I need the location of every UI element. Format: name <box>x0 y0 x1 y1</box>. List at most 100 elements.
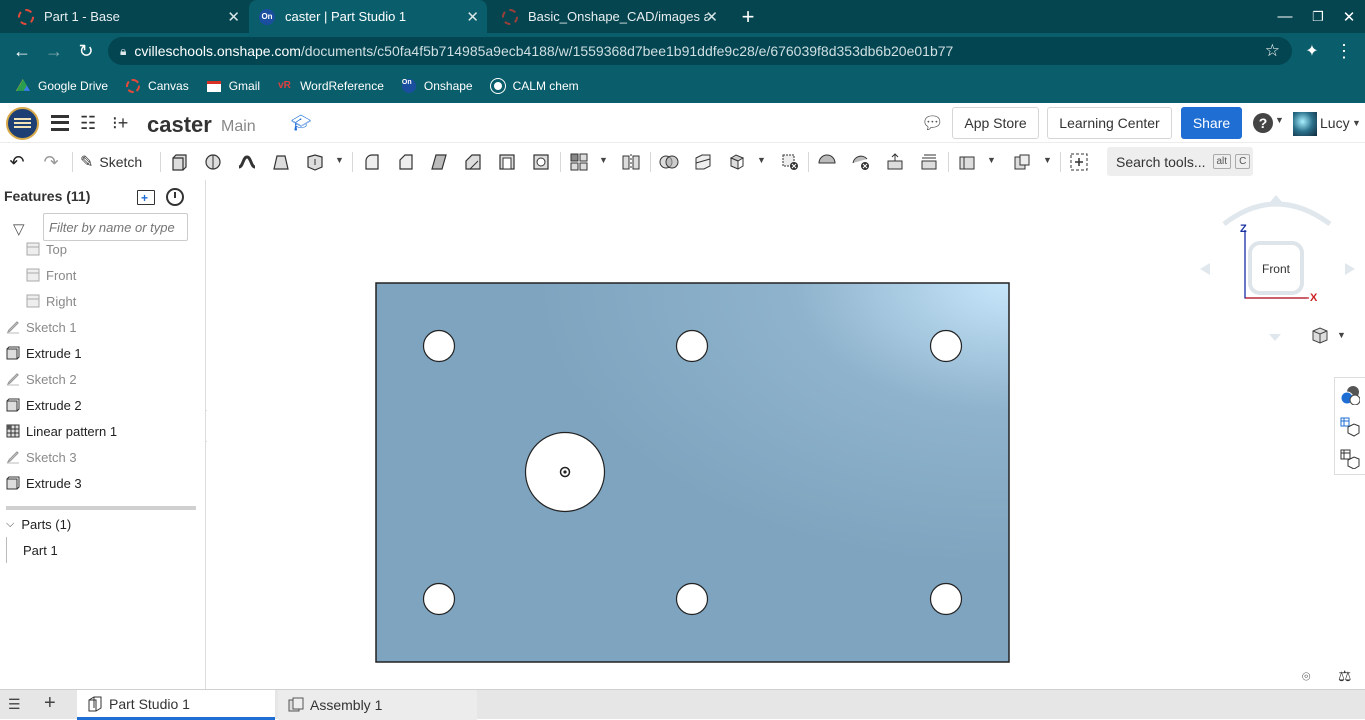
sweep-icon[interactable] <box>237 152 257 172</box>
thicken-icon[interactable] <box>305 152 325 172</box>
feature-item-top[interactable]: Top <box>0 236 205 262</box>
add-custom-feature-icon[interactable] <box>1069 152 1089 172</box>
menu-icon[interactable]: ⋮ <box>1329 33 1359 69</box>
chevron-down-icon[interactable]: ▼ <box>757 155 766 165</box>
new-tab-button[interactable]: + <box>731 0 765 33</box>
chevron-down-icon[interactable]: ▼ <box>987 155 996 165</box>
star-icon[interactable]: ☆ <box>1265 41 1280 61</box>
configuration-icon[interactable] <box>1335 412 1365 442</box>
plane-icon[interactable] <box>957 152 977 172</box>
chevron-down-icon[interactable]: ▼ <box>1275 115 1284 125</box>
browser-tab-part1-base[interactable]: Part 1 - Base ✕ <box>0 0 248 33</box>
sketch-button[interactable]: ✎ Sketch <box>80 152 142 172</box>
forward-button[interactable]: → <box>39 33 69 69</box>
close-icon[interactable]: ✕ <box>227 8 240 26</box>
close-icon[interactable]: ✕ <box>705 8 718 26</box>
document-title[interactable]: caster <box>147 112 212 138</box>
delete-part-icon[interactable] <box>780 152 800 172</box>
replace-face-icon[interactable] <box>919 152 939 172</box>
feature-item-front[interactable]: Front <box>0 262 205 288</box>
tab-manager-icon[interactable]: ☰ <box>8 696 21 713</box>
new-folder-icon[interactable]: + <box>137 190 155 205</box>
feature-item-sketch-3[interactable]: Sketch 3 <box>0 444 205 470</box>
back-button[interactable]: ← <box>7 33 37 69</box>
url-field[interactable]: 🔒︎ cvilleschools.onshape.com/documents/c… <box>108 37 1292 65</box>
bookmark-calm-chem[interactable]: CALM chem <box>489 78 579 94</box>
feature-item-linear-pattern-1[interactable]: Linear pattern 1 <box>0 418 205 444</box>
shell-icon[interactable] <box>497 152 517 172</box>
measure-icon[interactable]: ⌾ <box>1302 668 1310 685</box>
chevron-down-icon[interactable]: ⌵ <box>6 518 14 531</box>
learning-center-button[interactable]: Learning Center <box>1047 107 1172 139</box>
feature-item-extrude-3[interactable]: Extrude 3 <box>0 470 205 496</box>
add-tab-icon[interactable]: + <box>44 692 56 715</box>
share-button[interactable]: Share <box>1181 107 1242 139</box>
hole-icon[interactable] <box>531 152 551 172</box>
part-item[interactable]: Part 1 <box>0 537 205 563</box>
minimize-button[interactable]: — <box>1268 0 1302 33</box>
view-cube-face-front[interactable]: Front <box>1250 262 1302 276</box>
view-mode-cube-icon[interactable] <box>1310 326 1330 344</box>
derived-icon[interactable] <box>1012 152 1032 172</box>
pattern-icon[interactable] <box>569 152 589 172</box>
loft-icon[interactable] <box>271 152 291 172</box>
draft-icon[interactable] <box>429 152 449 172</box>
bookmark-onshape[interactable]: On Onshape <box>401 79 473 93</box>
insert-feature-icon[interactable]: ⁝+ <box>112 113 128 134</box>
close-window-button[interactable]: ✕ <box>1332 0 1365 33</box>
rollback-bar[interactable] <box>6 506 196 510</box>
undo-icon[interactable]: ↶ <box>7 152 27 172</box>
avatar[interactable] <box>1293 112 1317 136</box>
chevron-down-icon[interactable]: ▼ <box>1337 330 1346 340</box>
chevron-down-icon[interactable]: ▼ <box>1352 118 1361 128</box>
comment-icon[interactable]: 💬︎ <box>921 113 944 134</box>
school-logo-icon[interactable] <box>6 107 39 140</box>
boolean-icon[interactable] <box>659 152 679 172</box>
bookmark-wordreference[interactable]: vR WordReference <box>278 79 384 93</box>
revolve-icon[interactable] <box>203 152 223 172</box>
feature-item-right[interactable]: Right <box>0 288 205 314</box>
user-name[interactable]: Lucy <box>1320 115 1350 131</box>
split-icon[interactable] <box>693 152 713 172</box>
rib-icon[interactable] <box>463 152 483 172</box>
reload-button[interactable]: ↻ <box>71 33 101 69</box>
restore-button[interactable]: ❐ <box>1301 0 1335 33</box>
modify-fillet-icon[interactable] <box>817 152 837 172</box>
tab-assembly-1[interactable]: Assembly 1 <box>278 690 477 720</box>
extensions-icon[interactable]: ✦ <box>1297 33 1327 69</box>
feature-item-extrude-2[interactable]: Extrude 2 <box>0 392 205 418</box>
parts-section-header[interactable]: ⌵ Parts (1) <box>0 511 205 537</box>
mirror-icon[interactable] <box>621 152 641 172</box>
chamfer-icon[interactable] <box>395 152 415 172</box>
tab-part-studio-1[interactable]: Part Studio 1 <box>77 690 275 720</box>
hamburger-menu-icon[interactable] <box>51 115 69 131</box>
search-tools-input[interactable]: Search tools... alt C <box>1107 147 1253 176</box>
browser-tab-caster[interactable]: On caster | Part Studio 1 ✕ <box>249 0 487 33</box>
rollback-timer-icon[interactable] <box>166 188 184 206</box>
bookmark-gmail[interactable]: Gmail <box>206 79 260 93</box>
extrude-icon[interactable] <box>169 152 189 172</box>
version-graph-icon[interactable]: ☷ <box>80 113 96 134</box>
graduation-cap-icon[interactable]: 🎓︎ <box>291 113 311 133</box>
chevron-down-icon[interactable]: ▼ <box>599 155 608 165</box>
app-store-button[interactable]: App Store <box>952 107 1039 139</box>
delete-face-icon[interactable] <box>851 152 871 172</box>
view-cube[interactable]: Z X Front <box>1200 190 1360 350</box>
feature-item-sketch-1[interactable]: Sketch 1 <box>0 314 205 340</box>
help-icon[interactable]: ? <box>1253 113 1273 133</box>
part-front-view[interactable] <box>375 282 1011 664</box>
feature-item-sketch-2[interactable]: Sketch 2 <box>0 366 205 392</box>
mass-properties-icon[interactable]: ⚖︎ <box>1338 667 1351 685</box>
bookmark-canvas[interactable]: Canvas <box>126 79 189 93</box>
fillet-icon[interactable] <box>361 152 381 172</box>
feature-item-extrude-1[interactable]: Extrude 1 <box>0 340 205 366</box>
chevron-down-icon[interactable]: ▼ <box>1043 155 1052 165</box>
appearance-icon[interactable] <box>1335 380 1365 410</box>
bookmark-google-drive[interactable]: Google Drive <box>16 79 108 93</box>
branch-name[interactable]: Main <box>221 118 256 136</box>
move-face-icon[interactable] <box>885 152 905 172</box>
close-icon[interactable]: ✕ <box>466 8 479 26</box>
transform-icon[interactable] <box>727 152 747 172</box>
chevron-down-icon[interactable]: ▼ <box>335 155 344 165</box>
variable-table-icon[interactable] <box>1335 444 1365 474</box>
